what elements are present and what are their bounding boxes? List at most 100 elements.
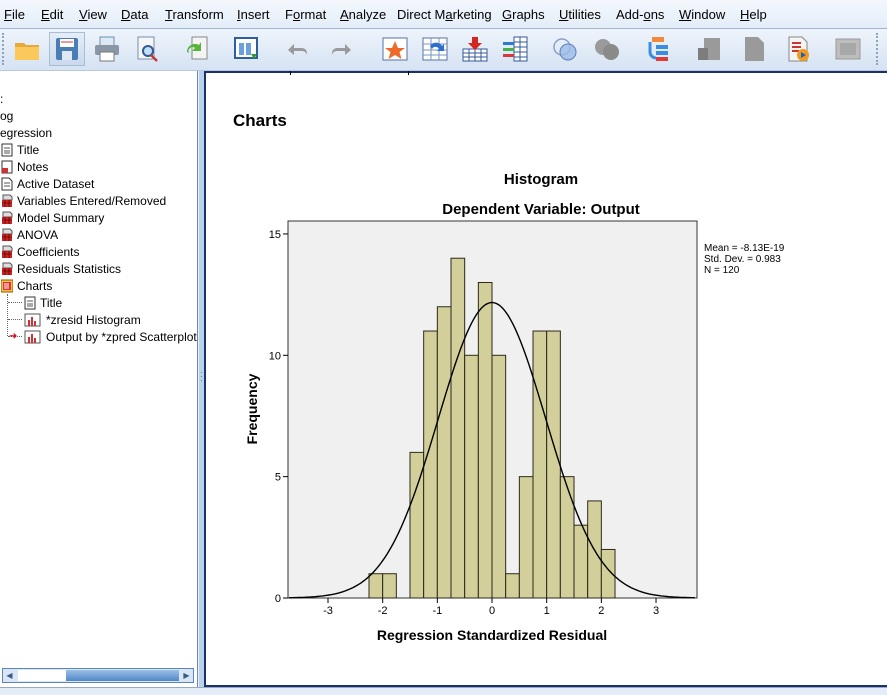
menu-bar: File Edit View Data Transform Insert Format Ana… (0, 0, 887, 29)
toolbar (0, 29, 887, 71)
histogram-bar[interactable] (505, 573, 520, 599)
outline-item-label: Output by *zpred Scatterplot (46, 330, 197, 344)
outline-item-label: Variables Entered/Removed (17, 194, 167, 208)
goto-variable-button[interactable] (417, 32, 453, 66)
menu-data[interactable]: Data (121, 7, 148, 22)
chart-icon (24, 313, 42, 327)
tree-vertical-connector (7, 294, 8, 336)
y-axis-label: Frequency (244, 373, 260, 444)
histogram-bar[interactable] (532, 330, 548, 599)
export-icon (186, 36, 208, 60)
outline-item-label: egression (0, 126, 53, 140)
menu-edit[interactable]: Edit (41, 7, 63, 22)
table-icon (1, 194, 13, 208)
goto-case-button[interactable] (377, 32, 413, 66)
menu-format[interactable]: Format (285, 7, 326, 22)
outline-item[interactable]: Variables Entered/Removed (1, 193, 166, 209)
outline-item[interactable]: Residuals Statistics (1, 261, 121, 277)
insert-cases-button[interactable] (457, 32, 493, 66)
outline-item[interactable]: Coefficients (1, 244, 79, 260)
table-icon (1, 211, 13, 225)
split-file-button[interactable] (547, 32, 583, 66)
histogram-bar[interactable] (368, 573, 384, 599)
toolbar-grip[interactable] (2, 33, 6, 65)
output-heading: Charts (233, 111, 287, 130)
outline-item[interactable]: *zresid Histogram (8, 312, 141, 328)
scrollbar-thumb[interactable] (18, 670, 66, 681)
outline-item-label: og (0, 109, 14, 123)
recall-dialog-button[interactable] (228, 32, 264, 66)
outline-item[interactable]: Charts (0, 278, 52, 294)
stats-legend-line: Std. Dev. = 0.983 (704, 254, 781, 265)
histogram-bar[interactable] (559, 476, 575, 599)
outline-item[interactable]: ➜ Output by *zpred Scatterplot (8, 329, 197, 345)
outline-item[interactable]: : (0, 91, 3, 107)
outline-tree-button[interactable] (639, 32, 675, 66)
menu-graphs[interactable]: Graphs (502, 7, 545, 22)
document-icon (1, 177, 13, 191)
menu-analyze[interactable]: Analyze (340, 7, 386, 22)
promote-button (691, 32, 727, 66)
histogram-bar[interactable] (518, 476, 534, 599)
menu-direct-marketing[interactable]: Direct Marketing (397, 7, 492, 22)
histogram-bar[interactable] (477, 281, 493, 599)
run-script-button[interactable] (780, 32, 816, 66)
tree-connector (8, 302, 22, 303)
split-file-icon (553, 38, 577, 61)
open-folder-icon (15, 43, 39, 60)
outline-item[interactable]: Title (1, 142, 39, 158)
show-hide-button (830, 32, 866, 66)
open-folder-button[interactable] (9, 32, 45, 66)
outline-item-label: Notes (17, 160, 49, 174)
y-tick-label: 15 (269, 229, 281, 241)
print-button[interactable] (89, 32, 125, 66)
scroll-left-arrow-icon[interactable]: ◀ (3, 669, 16, 682)
outline-item[interactable]: Model Summary (1, 210, 104, 226)
outline-horizontal-scrollbar[interactable]: ◀ ▶ (2, 668, 194, 683)
histogram-bar[interactable] (450, 257, 466, 599)
x-tick-label: 0 (489, 605, 495, 617)
y-tick-label: 0 (275, 593, 281, 605)
histogram-bar[interactable] (423, 330, 438, 599)
histogram-bar[interactable] (573, 524, 589, 599)
histogram-bar[interactable] (464, 354, 479, 599)
outline-item-label: Model Summary (17, 211, 105, 225)
export-button[interactable] (179, 32, 215, 66)
histogram-bar[interactable] (436, 306, 452, 599)
x-tick-label: -1 (432, 605, 442, 617)
scroll-right-arrow-icon[interactable]: ▶ (180, 669, 193, 682)
outline-item-label: Active Dataset (17, 177, 95, 191)
print-preview-button[interactable] (129, 32, 165, 66)
outline-item[interactable]: Notes (1, 159, 48, 175)
menu-window[interactable]: Window (679, 7, 725, 22)
histogram-bar[interactable] (382, 573, 397, 599)
outline-item[interactable]: Title (8, 295, 62, 311)
menu-view[interactable]: View (79, 7, 107, 22)
menu-transform[interactable]: Transform (165, 7, 224, 22)
y-tick-label: 5 (275, 472, 281, 484)
toolbar-grip-right[interactable] (876, 33, 880, 65)
menu-utilities[interactable]: Utilities (559, 7, 601, 22)
scrollbar-track[interactable] (66, 670, 179, 681)
print-icon (95, 36, 119, 62)
folder-open-icon (0, 279, 14, 293)
histogram-bar[interactable] (546, 330, 561, 599)
menu-help[interactable]: Help (740, 7, 767, 22)
menu-insert[interactable]: Insert (237, 7, 270, 22)
tree-connector (8, 319, 22, 320)
outline-item[interactable]: egression (0, 125, 52, 141)
outline-item-label: Title (17, 143, 40, 157)
outline-item[interactable]: ANOVA (1, 227, 58, 243)
menu-file[interactable]: File (4, 7, 25, 22)
variables-button[interactable] (497, 32, 533, 66)
table-icon (1, 228, 13, 242)
menu-add-ons[interactable]: Add-ons (616, 7, 664, 22)
outline-item[interactable]: og (0, 108, 13, 124)
histogram-chart[interactable]: Histogram Dependent Variable: Output -3 -… (230, 160, 810, 650)
histogram-bar[interactable] (491, 354, 507, 599)
save-button[interactable] (49, 32, 85, 66)
redo-button (324, 32, 360, 66)
outline-item[interactable]: Active Dataset (1, 176, 94, 192)
x-tick-label: 2 (598, 605, 604, 617)
stats-legend-line: N = 120 (704, 265, 740, 276)
